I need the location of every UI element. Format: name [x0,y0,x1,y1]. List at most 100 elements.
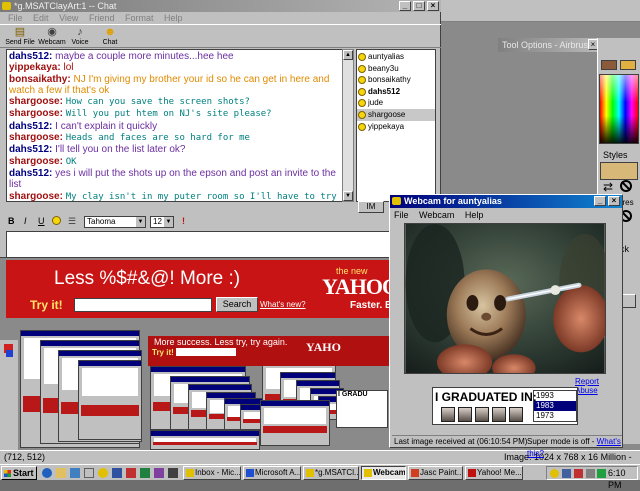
message-sender[interactable]: dahs512: [9,168,52,179]
underline-button[interactable]: U [38,216,45,226]
color-picker[interactable] [599,74,639,144]
message-sender[interactable]: shargoose: [9,156,63,167]
panel-scroll-button[interactable] [622,294,636,308]
webcam-window-icon [392,197,401,205]
message-sender[interactable]: shargoose: [9,191,63,201]
background-color-swatch[interactable] [620,60,636,70]
taskbar-button[interactable]: Jasc Paint... [408,466,463,480]
graduation-year-option[interactable]: 1993 [534,391,576,401]
user-list-item[interactable]: shargoose [357,108,435,121]
message-sender[interactable]: dahs512: [9,51,52,62]
report-abuse-link[interactable]: Report Abuse [575,377,622,395]
buzz-icon[interactable]: ! [182,216,185,226]
close-button[interactable]: × [608,196,620,206]
message-scrollbar[interactable]: ▲ ▼ [342,49,354,202]
taskbar-button[interactable]: Yahoo! Me... [465,466,523,480]
taskbar-button-label: Microsoft A... [255,468,301,477]
smiley-icon [52,216,61,225]
webcam-menu-webcam[interactable]: Webcam [419,210,454,220]
emoticon-button[interactable] [52,216,61,226]
send-file-button[interactable]: ▤ Send File [4,26,36,46]
graduation-year-list[interactable]: 1993 1983 1973 [533,390,577,422]
user-list-item[interactable]: dahs512 [357,86,435,98]
taskbar-button[interactable]: Inbox - Mic... [183,466,241,480]
quick-launch-icon[interactable] [84,468,94,478]
show-desktop-icon[interactable] [70,468,80,478]
swap-colors-icon[interactable]: ⇄ [603,180,613,194]
quick-launch-icon[interactable] [140,468,150,478]
antivirus-tray-icon[interactable] [574,469,583,478]
outlook-icon[interactable] [56,468,66,478]
menu-view[interactable]: View [59,13,78,23]
quick-launch-icon[interactable] [168,468,178,478]
chat-title-bar[interactable]: *g.MSATClayArt:1 -- Chat _ □ × [0,0,441,12]
taskbar-button[interactable]: Webcam... [361,466,406,480]
menu-file[interactable]: File [8,13,23,23]
clock[interactable]: 6:10 PM [608,467,637,491]
scroll-down-button[interactable]: ▼ [343,191,353,201]
taskbar-button[interactable]: Microsoft A... [243,466,301,480]
message-sender[interactable]: shargoose: [9,96,63,107]
user-list-item[interactable]: jude [357,97,435,109]
banner-search-button[interactable]: Search [216,297,258,312]
transparent-style-icon[interactable] [620,180,632,192]
start-button[interactable]: Start [1,466,37,480]
italic-button[interactable]: I [24,216,27,226]
volume-tray-icon[interactable] [586,469,595,478]
tool-options-title[interactable]: Tool Options - Airbrush [498,38,598,52]
super-mode-status: Super mode is off - What's this? [527,436,622,460]
font-size-select[interactable]: 12 ▼ [150,216,174,228]
voice-button[interactable]: ♪ Voice [64,26,96,46]
message-sender[interactable]: shargoose: [9,132,63,143]
menu-edit[interactable]: Edit [33,13,49,23]
close-button[interactable]: × [427,1,439,11]
yahoo-ad-banner[interactable]: Less %$#&@! More :) Try it! Search What'… [6,260,392,318]
webcam-menu-file[interactable]: File [394,210,409,220]
tray-icon[interactable] [597,469,606,478]
graduation-year-option[interactable]: 1983 [534,401,576,411]
echo-title-bar [41,341,139,346]
paint-tool-icon[interactable] [6,350,13,357]
message-sender[interactable]: dahs512: [9,121,52,132]
message-sender[interactable]: dahs512: [9,144,52,155]
banner-search-input[interactable] [74,298,212,312]
internet-explorer-icon[interactable] [42,468,52,478]
menu-help[interactable]: Help [164,13,183,23]
text-color-icon[interactable]: ☰ [68,216,76,227]
maximize-button[interactable]: □ [413,1,425,11]
menu-format[interactable]: Format [125,13,154,23]
quick-launch-icon[interactable] [112,468,122,478]
foreground-color-swatch[interactable] [601,60,617,70]
quick-launch-icon[interactable] [126,468,136,478]
message-sender[interactable]: shargoose: [9,108,63,119]
banner-whats-new-link[interactable]: What's new? [260,300,306,309]
bold-button[interactable]: B [8,216,15,226]
message-input[interactable] [6,231,392,258]
taskbar-button[interactable]: *g.MSATCl... [303,466,359,480]
user-list-item[interactable]: bonsaikathy [357,74,435,86]
message-sender[interactable]: bonsaikathy: [9,74,71,85]
message-sender[interactable]: yippekaya: [9,62,61,73]
im-button[interactable]: IM [358,201,384,213]
chat-button[interactable]: ☻ Chat [94,26,126,46]
quick-launch-icon[interactable] [154,468,164,478]
styles-swatch[interactable] [600,162,638,180]
graduation-year-option[interactable]: 1973 [534,411,576,421]
minimize-button[interactable]: _ [399,1,411,11]
yahoo-logo: YAHOO! [322,274,392,299]
font-select[interactable]: Tahoma ▼ [84,216,146,228]
user-list-item[interactable]: yippekaya [357,121,435,133]
scroll-up-button[interactable]: ▲ [343,50,353,60]
graduation-ad[interactable]: I GRADUATED IN: 1993 1983 1973 [432,387,578,425]
echo-banner-strip [153,442,257,445]
message-log[interactable]: dahs512: maybe a couple more minutes...h… [6,49,343,202]
user-list-item[interactable]: auntyalias [357,51,435,63]
yahoo-messenger-icon[interactable] [98,468,108,478]
menu-friend[interactable]: Friend [89,13,115,23]
messenger-tray-icon[interactable] [550,469,559,478]
network-tray-icon[interactable] [562,469,571,478]
webcam-title-bar[interactable]: Webcam for auntyalias _ × [390,195,622,208]
webcam-menu-help[interactable]: Help [465,210,484,220]
user-list-item[interactable]: beany3u [357,63,435,75]
minimize-button[interactable]: _ [594,196,606,206]
